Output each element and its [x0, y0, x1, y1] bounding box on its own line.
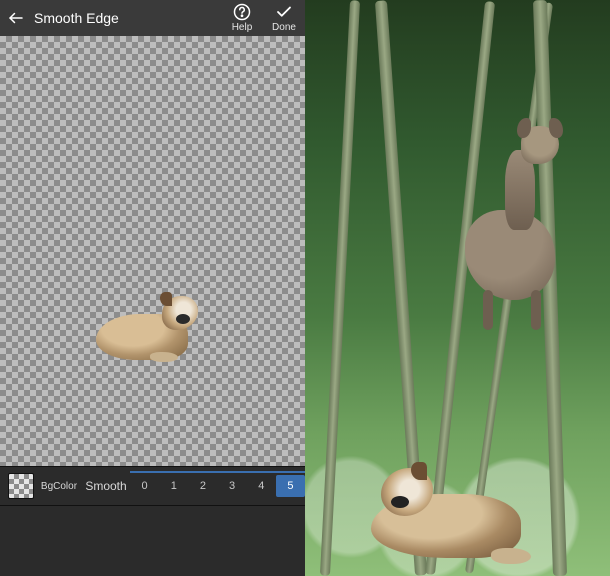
app-root: Smooth Edge Help Done BgColor S [0, 0, 610, 576]
check-icon [275, 3, 293, 21]
editing-canvas[interactable] [0, 36, 305, 466]
help-button[interactable]: Help [221, 3, 263, 33]
bgcolor-swatch[interactable] [8, 473, 34, 499]
deer [445, 120, 575, 330]
done-button[interactable]: Done [263, 3, 305, 33]
smooth-slider[interactable]: 0 1 2 3 4 5 [130, 467, 305, 505]
smooth-slider-row: BgColor Smooth 0 1 2 3 4 5 [0, 466, 305, 506]
done-label: Done [272, 22, 296, 33]
tick-3[interactable]: 3 [218, 480, 247, 492]
tick-4[interactable]: 4 [247, 480, 276, 492]
back-button[interactable] [0, 9, 32, 27]
editor-pane: Smooth Edge Help Done BgColor S [0, 0, 305, 576]
bgcolor-label: BgColor [40, 481, 78, 492]
help-label: Help [232, 22, 253, 33]
footer-space [0, 506, 305, 576]
tick-1[interactable]: 1 [159, 480, 188, 492]
transparency-checker [0, 36, 305, 466]
composite-preview [305, 0, 610, 576]
tick-2[interactable]: 2 [188, 480, 217, 492]
tick-5[interactable]: 5 [276, 475, 305, 497]
tick-0[interactable]: 0 [130, 480, 159, 492]
help-icon [233, 3, 251, 21]
header-bar: Smooth Edge Help Done [0, 0, 305, 36]
arrow-left-icon [7, 9, 25, 27]
composited-subject [371, 468, 541, 568]
page-title: Smooth Edge [32, 10, 221, 26]
cutout-subject[interactable] [96, 296, 196, 364]
smooth-label: Smooth [82, 479, 130, 493]
slider-track [130, 471, 305, 473]
